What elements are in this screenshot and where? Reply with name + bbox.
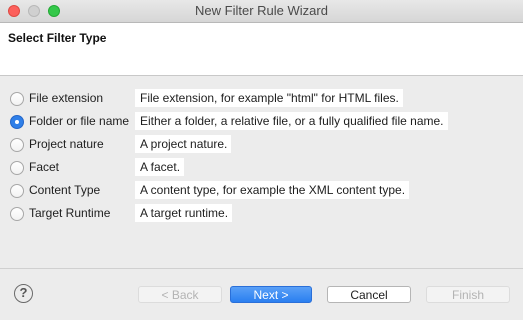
option-label[interactable]: Folder or file name: [29, 114, 129, 128]
option-project-nature[interactable]: Project nature A project nature.: [10, 135, 510, 158]
option-description: A target runtime.: [135, 204, 233, 222]
radio-button[interactable]: [10, 138, 24, 152]
option-file-extension[interactable]: File extension File extension, for examp…: [10, 89, 510, 112]
option-facet[interactable]: Facet A facet.: [10, 158, 510, 181]
option-label[interactable]: Content Type: [29, 183, 100, 197]
option-description: A content type, for example the XML cont…: [135, 181, 410, 199]
help-icon[interactable]: ?: [14, 284, 33, 303]
option-target-runtime[interactable]: Target Runtime A target runtime.: [10, 204, 510, 227]
footer-divider: [0, 268, 523, 269]
option-description: A facet.: [135, 158, 185, 176]
wizard-header: Select Filter Type: [0, 23, 523, 76]
radio-button[interactable]: [10, 207, 24, 221]
radio-button-selected[interactable]: [10, 115, 24, 129]
option-folder-or-file-name[interactable]: Folder or file name Either a folder, a r…: [10, 112, 510, 135]
option-description: Either a folder, a relative file, or a f…: [135, 112, 448, 130]
title-bar: New Filter Rule Wizard: [0, 0, 523, 23]
finish-button[interactable]: Finish: [426, 286, 510, 303]
option-label[interactable]: Project nature: [29, 137, 104, 151]
option-label[interactable]: File extension: [29, 91, 103, 105]
back-button[interactable]: < Back: [138, 286, 222, 303]
radio-button[interactable]: [10, 184, 24, 198]
option-label[interactable]: Facet: [29, 160, 59, 174]
option-label[interactable]: Target Runtime: [29, 206, 110, 220]
option-description: A project nature.: [135, 135, 232, 153]
page-title: Select Filter Type: [8, 31, 107, 45]
filter-type-options: File extension File extension, for examp…: [10, 89, 510, 227]
next-button[interactable]: Next >: [230, 286, 312, 303]
radio-button[interactable]: [10, 92, 24, 106]
radio-button[interactable]: [10, 161, 24, 175]
option-content-type[interactable]: Content Type A content type, for example…: [10, 181, 510, 204]
window-title: New Filter Rule Wizard: [195, 3, 328, 18]
cancel-button[interactable]: Cancel: [327, 286, 411, 303]
option-description: File extension, for example "html" for H…: [135, 89, 403, 107]
